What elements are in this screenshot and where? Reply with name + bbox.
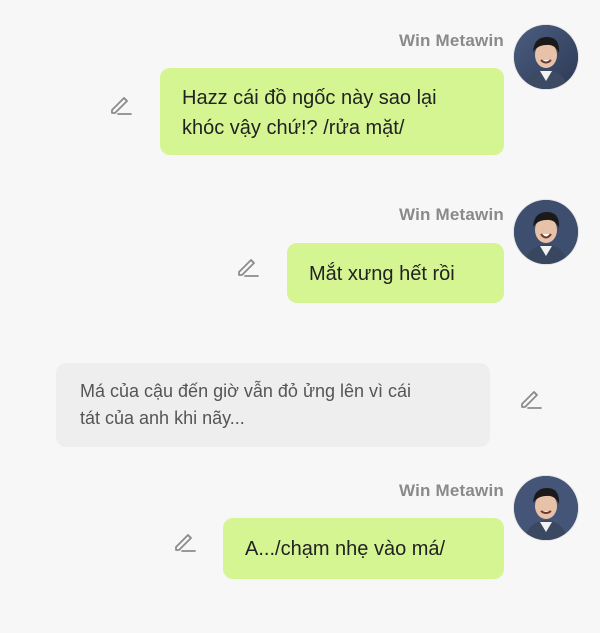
edit-icon[interactable] — [172, 528, 198, 554]
edit-icon[interactable] — [108, 91, 134, 117]
edit-icon[interactable] — [518, 385, 544, 411]
avatar[interactable] — [514, 25, 578, 89]
avatar[interactable] — [514, 200, 578, 264]
message-bubble: Má của cậu đến giờ vẫn đỏ ửng lên vì cái… — [56, 363, 490, 447]
edit-icon[interactable] — [235, 253, 261, 279]
message-text-line: khóc vậy chứ!? /rửa mặt/ — [182, 117, 405, 139]
message-text-line: tát của anh khi nãy... — [80, 408, 245, 428]
author-name: Win Metawin — [399, 205, 504, 224]
message-text: Mắt xưng hết rồi — [309, 263, 455, 285]
author-name: Win Metawin — [399, 481, 504, 500]
message-text-line: Hazz cái đồ ngốc này sao lại — [182, 87, 437, 109]
message-text-line: Má của cậu đến giờ vẫn đỏ ửng lên vì cái — [80, 381, 412, 401]
message-bubble: Mắt xưng hết rồi — [287, 243, 504, 303]
message-bubble: Hazz cái đồ ngốc này sao lại khóc vậy ch… — [160, 68, 504, 155]
message-bubble: A.../chạm nhẹ vào má/ — [223, 518, 504, 579]
author-name: Win Metawin — [399, 31, 504, 50]
avatar[interactable] — [514, 476, 578, 540]
message-text: A.../chạm nhẹ vào má/ — [245, 538, 446, 560]
